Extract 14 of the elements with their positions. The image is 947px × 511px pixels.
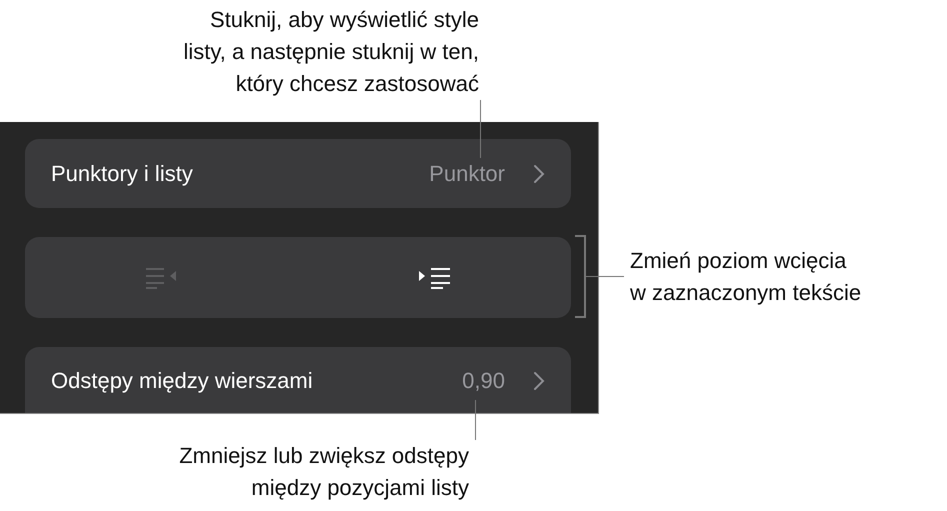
callout-text: Zmniejsz lub zwiększ odstępy między pozycjami listy (179, 442, 469, 502)
leader-line (586, 276, 624, 277)
chevron-icon (533, 164, 545, 184)
settings-row[interactable]: Odstępy między wierszami 0,90 (25, 347, 571, 413)
row-value: 0,90 (462, 368, 505, 394)
row-label: Punktory i listy (51, 160, 194, 186)
settings-row[interactable]: Punktory i listy Punktor (25, 139, 571, 208)
leader-line (480, 100, 481, 158)
chevron-icon (533, 371, 545, 391)
callout-text: Zmień poziom wcięcia w zaznaczonym tekście (630, 246, 862, 307)
leader-line (475, 400, 476, 440)
row-value: Punktor (429, 160, 505, 186)
callout-text: Stuknij, aby wyświetlić style listy, a następnie stuknij w ten, który chcesz zastosować (183, 6, 479, 98)
row-label: Odstępy między wierszami (51, 368, 314, 394)
